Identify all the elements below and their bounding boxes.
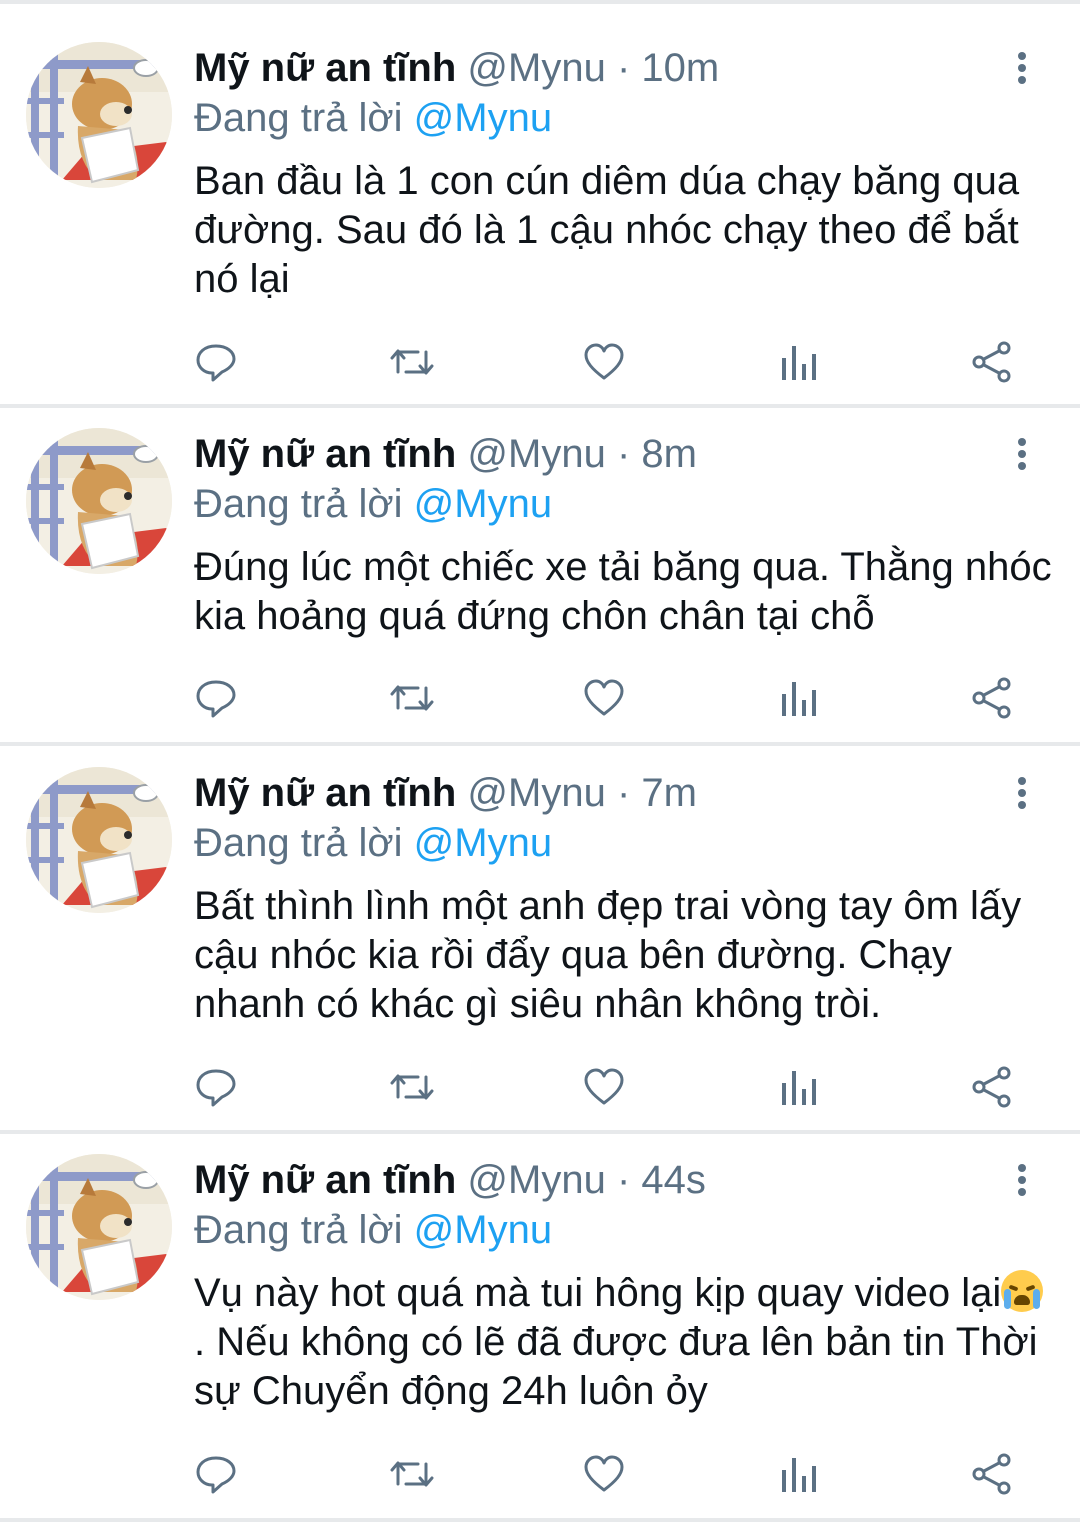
like-icon[interactable] [574, 1444, 634, 1504]
like-icon[interactable] [574, 1057, 634, 1117]
reply-icon[interactable] [186, 668, 246, 728]
timestamp[interactable]: 7m [641, 771, 697, 815]
retweet-icon[interactable] [380, 332, 440, 392]
avatar[interactable] [26, 42, 172, 188]
reply-prefix: Đang trả lời [194, 821, 403, 865]
reply-to-link[interactable]: @Mynu [414, 1208, 552, 1252]
reply-prefix: Đang trả lời [194, 482, 403, 526]
avatar[interactable] [26, 428, 172, 574]
like-icon[interactable] [574, 668, 634, 728]
more-options-icon[interactable] [1002, 1152, 1042, 1208]
tweet-text: Đúng lúc một chiếc xe tải băng qua. Thằn… [194, 545, 1052, 638]
reply-context: Đang trả lời @Mynu [194, 815, 552, 871]
analytics-icon[interactable] [768, 1444, 828, 1504]
reply-icon[interactable] [186, 1444, 246, 1504]
display-name[interactable]: Mỹ nữ an tĩnh [194, 1158, 456, 1202]
analytics-icon[interactable] [768, 668, 828, 728]
reply-prefix: Đang trả lời [194, 1208, 403, 1252]
more-options-icon[interactable] [1002, 765, 1042, 821]
retweet-icon[interactable] [380, 1057, 440, 1117]
display-name[interactable]: Mỹ nữ an tĩnh [194, 46, 456, 90]
tweet-header: Mỹ nữ an tĩnh @Mynu · 44s [194, 1152, 706, 1208]
separator: · [616, 46, 631, 90]
tweet-feed: Mỹ nữ an tĩnh @Mynu · 10m Đang trả lời @… [0, 0, 1080, 1527]
separator: · [616, 1158, 631, 1202]
tweet-divider [0, 742, 1080, 746]
analytics-icon[interactable] [768, 1057, 828, 1117]
action-bar [0, 668, 1080, 728]
retweet-icon[interactable] [380, 1444, 440, 1504]
action-bar [0, 1444, 1080, 1504]
reply-to-link[interactable]: @Mynu [414, 96, 552, 140]
separator: · [616, 432, 631, 476]
display-name[interactable]: Mỹ nữ an tĩnh [194, 771, 456, 815]
tweet-divider [0, 1518, 1080, 1522]
tweet-header: Mỹ nữ an tĩnh @Mynu · 8m [194, 426, 697, 482]
reply-context: Đang trả lời @Mynu [194, 90, 552, 146]
tweet-divider [0, 1130, 1080, 1134]
timestamp[interactable]: 44s [641, 1158, 706, 1202]
reply-context: Đang trả lời @Mynu [194, 1202, 552, 1258]
reply-prefix: Đang trả lời [194, 96, 403, 140]
user-handle[interactable]: @Mynu [467, 771, 605, 815]
avatar[interactable] [26, 767, 172, 913]
more-options-icon[interactable] [1002, 40, 1042, 96]
top-divider [0, 0, 1080, 4]
share-icon[interactable] [962, 332, 1022, 392]
tweet-header: Mỹ nữ an tĩnh @Mynu · 7m [194, 765, 697, 821]
tweet-text: Vụ này hot quá mà tui hông kịp quay vide… [194, 1269, 1054, 1416]
loudly-crying-face-icon [1001, 1270, 1044, 1312]
share-icon[interactable] [962, 1444, 1022, 1504]
reply-context: Đang trả lời @Mynu [194, 476, 552, 532]
display-name[interactable]: Mỹ nữ an tĩnh [194, 432, 456, 476]
tweet-text: Bất thình lình một anh đẹp trai vòng tay… [194, 884, 1022, 1026]
analytics-icon[interactable] [768, 332, 828, 392]
reply-icon[interactable] [186, 1057, 246, 1117]
timestamp[interactable]: 8m [641, 432, 697, 476]
retweet-icon[interactable] [380, 668, 440, 728]
tweet-header: Mỹ nữ an tĩnh @Mynu · 10m [194, 40, 719, 96]
more-options-icon[interactable] [1002, 426, 1042, 482]
action-bar [0, 1057, 1080, 1117]
reply-to-link[interactable]: @Mynu [414, 482, 552, 526]
like-icon[interactable] [574, 332, 634, 392]
tweet-divider [0, 404, 1080, 408]
user-handle[interactable]: @Mynu [467, 46, 605, 90]
share-icon[interactable] [962, 1057, 1022, 1117]
tweet-text-part: . Nếu không có lẽ đã được đưa lên bản ti… [194, 1320, 1038, 1413]
share-icon[interactable] [962, 668, 1022, 728]
timestamp[interactable]: 10m [641, 46, 719, 90]
tweet-text-part: Vụ này hot quá mà tui hông kịp quay vide… [194, 1271, 1002, 1315]
reply-icon[interactable] [186, 332, 246, 392]
user-handle[interactable]: @Mynu [467, 432, 605, 476]
action-bar [0, 332, 1080, 392]
tweet-text: Ban đầu là 1 con cún diêm dúa chạy băng … [194, 159, 1020, 301]
user-handle[interactable]: @Mynu [467, 1158, 605, 1202]
avatar[interactable] [26, 1154, 172, 1300]
separator: · [616, 771, 631, 815]
reply-to-link[interactable]: @Mynu [414, 821, 552, 865]
